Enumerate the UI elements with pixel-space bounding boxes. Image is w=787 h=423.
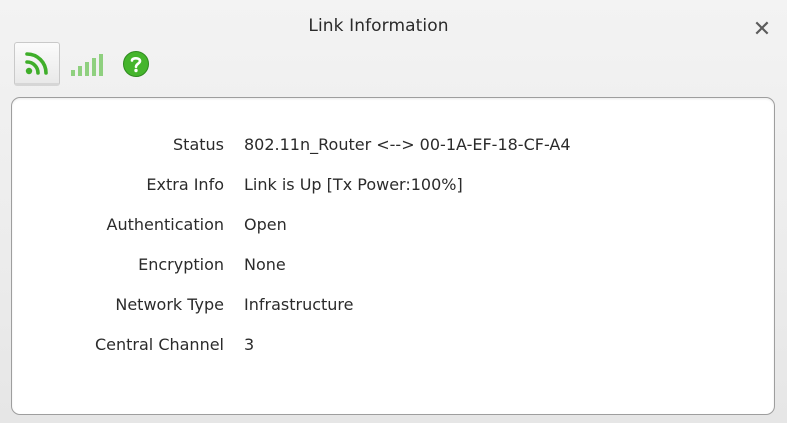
status-value: 802.11n_Router <--> 00-1A-EF-18-CF-A4 [244,135,571,154]
wifi-signal-icon [25,52,48,75]
info-row-authentication: Authentication Open [12,212,774,252]
central-channel-value: 3 [244,335,255,354]
window-title: Link Information [308,16,449,36]
info-row-extra-info: Extra Info Link is Up [Tx Power:100%] [12,172,774,212]
encryption-label: Encryption [138,255,224,274]
info-row-status: Status 802.11n_Router <--> 00-1A-EF-18-C… [12,132,774,172]
signal-bars-icon [71,54,103,76]
tab-signal-strength[interactable] [62,42,116,86]
link-info-panel: Status 802.11n_Router <--> 00-1A-EF-18-C… [11,97,775,415]
extra-info-value: Link is Up [Tx Power:100%] [244,175,463,194]
help-icon [123,51,149,77]
encryption-value: None [244,255,286,274]
tab-link-status[interactable] [14,42,60,86]
link-information-window: Link Information ✕ Status 802.11n_Router… [0,0,787,423]
close-icon: ✕ [752,16,772,42]
authentication-value: Open [244,215,287,234]
authentication-label: Authentication [106,215,224,234]
info-row-network-type: Network Type Infrastructure [12,292,774,332]
tab-help[interactable] [118,42,154,86]
central-channel-label: Central Channel [94,335,224,354]
close-button[interactable]: ✕ [749,16,775,42]
extra-info-label: Extra Info [146,175,224,194]
status-label: Status [173,135,224,154]
network-type-label: Network Type [115,295,224,314]
info-row-encryption: Encryption None [12,252,774,292]
info-row-central-channel: Central Channel 3 [12,332,774,372]
network-type-value: Infrastructure [244,295,354,314]
info-list: Status 802.11n_Router <--> 00-1A-EF-18-C… [12,132,774,372]
